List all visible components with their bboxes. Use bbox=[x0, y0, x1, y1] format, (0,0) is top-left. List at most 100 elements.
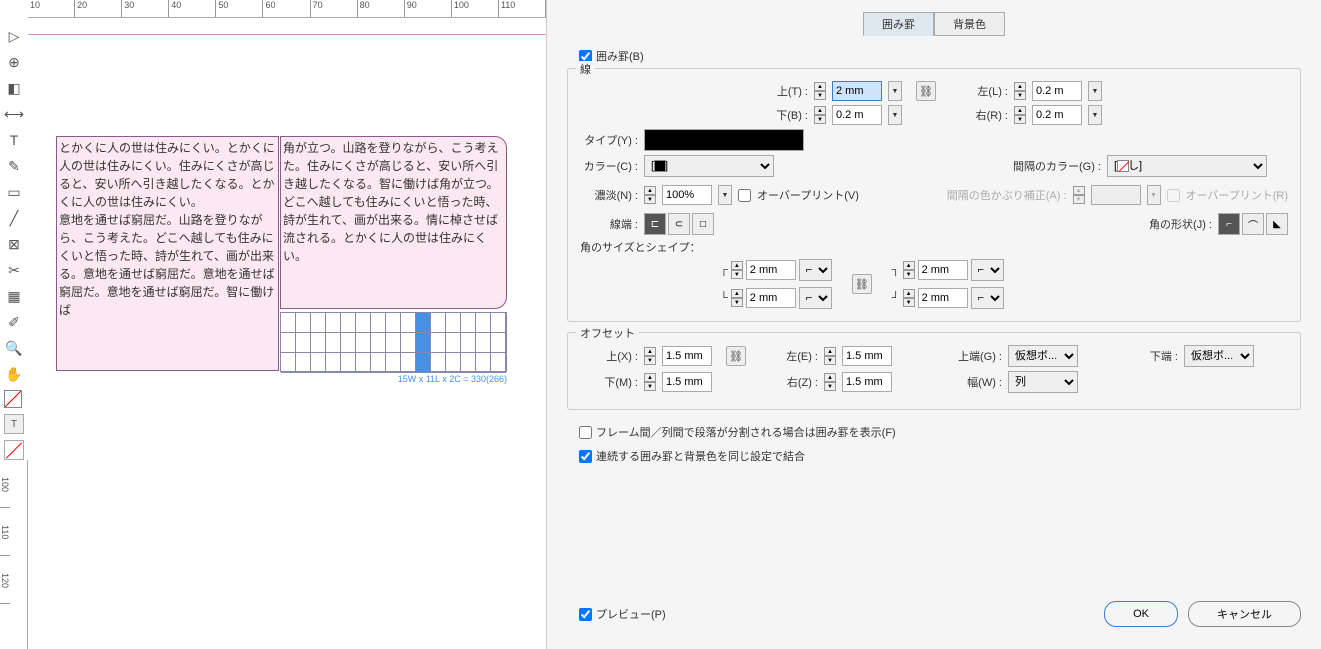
label-noudo: 濃淡(N) bbox=[580, 187, 638, 203]
lineend-project[interactable]: □ bbox=[692, 213, 714, 235]
label-type: タイプ(Y) bbox=[580, 132, 638, 148]
corner-tl-shape[interactable]: ⌐ bbox=[799, 259, 832, 281]
eyedropper-tool[interactable]: ✐ bbox=[4, 312, 24, 332]
cancel-button[interactable]: キャンセル bbox=[1188, 601, 1301, 627]
left-input[interactable] bbox=[1032, 81, 1082, 101]
document-canvas-pane: 102030405060708090100110 ▷ ⊕ ◧ ⟷ T ✎ ▭ ╱… bbox=[0, 0, 547, 649]
label-off-e: 左(E) bbox=[760, 348, 818, 364]
paragraph-rules-dialog: 囲み罫 背景色 囲み罫(B) 線 上(T) ▲▼ ▼ ⛓ 左(L) ▲▼ ▼ 下… bbox=[547, 0, 1321, 649]
corner-br-shape[interactable]: ⌐ bbox=[971, 287, 1004, 309]
preview-checkbox[interactable] bbox=[579, 608, 592, 621]
corner-tr-shape[interactable]: ⌐ bbox=[971, 259, 1004, 281]
none-swatch-icon bbox=[1117, 160, 1129, 172]
line-tool[interactable]: ╱ bbox=[4, 208, 24, 228]
corner-tl-input[interactable] bbox=[746, 260, 796, 280]
type-tool[interactable]: T bbox=[4, 130, 24, 150]
right-input[interactable] bbox=[1032, 105, 1082, 125]
corner-bl-shape[interactable]: ⌐ bbox=[799, 287, 832, 309]
lineend-butt[interactable]: ⊏ bbox=[644, 213, 666, 235]
gap-color-select[interactable]: [なし] bbox=[1107, 155, 1267, 177]
top-spinner[interactable]: ▲▼ bbox=[814, 82, 826, 100]
frame-split-checkbox[interactable] bbox=[579, 426, 592, 439]
lineend-round[interactable]: ⊂ bbox=[668, 213, 690, 235]
corner-bevel[interactable]: ◣ bbox=[1266, 213, 1288, 235]
label-off-bottom: 下端 bbox=[1120, 348, 1178, 364]
gap-tool[interactable]: ⟷ bbox=[4, 104, 24, 124]
off-bottom-select[interactable]: 仮想ボ... bbox=[1184, 345, 1254, 367]
format-tool[interactable]: T bbox=[4, 414, 24, 434]
off-x-input[interactable] bbox=[662, 346, 712, 366]
gradient-tool[interactable]: ▦ bbox=[4, 286, 24, 306]
off-z-input[interactable] bbox=[842, 372, 892, 392]
off-m-spinner[interactable]: ▲▼ bbox=[644, 373, 656, 391]
ok-button[interactable]: OK bbox=[1104, 601, 1178, 627]
rectangle-tool[interactable]: ▭ bbox=[4, 182, 24, 202]
overprint-checkbox[interactable] bbox=[738, 189, 751, 202]
scissors-tool[interactable]: ✂ bbox=[4, 260, 24, 280]
continuous-checkbox[interactable] bbox=[579, 450, 592, 463]
overflow-grid bbox=[280, 312, 507, 372]
text-column-1[interactable]: とかくに人の世は住みにくい。とかくに人の世は住みにくい。住みにくさが高じると、安… bbox=[56, 136, 279, 371]
text-column-2[interactable]: 角が立つ。山路を登りながら、こう考えた。住みにくさが高じると、安い所へ引き越した… bbox=[280, 136, 507, 309]
tab-kakomikei[interactable]: 囲み罫 bbox=[863, 12, 934, 36]
corner-bl-input[interactable] bbox=[746, 288, 796, 308]
none-swatch[interactable] bbox=[4, 440, 24, 460]
label-lineend: 線端 bbox=[580, 216, 638, 232]
corner-miter[interactable]: ⌐ bbox=[1218, 213, 1240, 235]
hand-tool[interactable]: ✋ bbox=[4, 364, 24, 384]
link-stroke-icon[interactable]: ⛓ bbox=[916, 81, 936, 101]
type-select[interactable]: ━━━━━━━━ bbox=[644, 129, 804, 151]
corner-br-input[interactable] bbox=[918, 288, 968, 308]
corner-tl-spinner[interactable]: ▲▼ bbox=[731, 261, 743, 279]
guide-line bbox=[28, 34, 546, 35]
off-g-select[interactable]: 仮想ボ... bbox=[1008, 345, 1078, 367]
frame-tool[interactable]: ⊠ bbox=[4, 234, 24, 254]
label-right: 右(R) bbox=[950, 107, 1008, 123]
off-x-spinner[interactable]: ▲▼ bbox=[644, 347, 656, 365]
frame-stats: 15W x 11L x 2C = 330(266) bbox=[280, 374, 507, 384]
gap-noudo-dd: ▼ bbox=[1147, 185, 1161, 205]
tab-bgcolor[interactable]: 背景色 bbox=[934, 12, 1005, 36]
off-z-spinner[interactable]: ▲▼ bbox=[824, 373, 836, 391]
corner-round[interactable]: ⌒ bbox=[1242, 213, 1264, 235]
direct-select-tool[interactable]: ⊕ bbox=[4, 52, 24, 72]
label-off-w: 幅(W) bbox=[944, 374, 1002, 390]
preview-label: プレビュー(P) bbox=[596, 606, 666, 622]
corner-tr-spinner[interactable]: ▲▼ bbox=[903, 261, 915, 279]
top-dd[interactable]: ▼ bbox=[888, 81, 902, 101]
corner-shape-group: ⌐ ⌒ ◣ bbox=[1218, 213, 1288, 235]
canvas-area[interactable]: とかくに人の世は住みにくい。とかくに人の世は住みにくい。住みにくさが高じると、安… bbox=[28, 18, 546, 649]
left-spinner[interactable]: ▲▼ bbox=[1014, 82, 1026, 100]
left-dd[interactable]: ▼ bbox=[1088, 81, 1102, 101]
noudo-input[interactable] bbox=[662, 185, 712, 205]
corner-br-spinner[interactable]: ▲▼ bbox=[903, 289, 915, 307]
corner-tr-input[interactable] bbox=[918, 260, 968, 280]
bottom-dd[interactable]: ▼ bbox=[888, 105, 902, 125]
tab-bar: 囲み罫 背景色 bbox=[567, 12, 1301, 36]
label-color: カラー(C) bbox=[580, 158, 638, 174]
bottom-spinner[interactable]: ▲▼ bbox=[814, 106, 826, 124]
zoom-tool[interactable]: 🔍 bbox=[4, 338, 24, 358]
label-off-g: 上端(G) bbox=[944, 348, 1002, 364]
noudo-spinner[interactable]: ▲▼ bbox=[644, 186, 656, 204]
selection-tool[interactable]: ▷ bbox=[4, 26, 24, 46]
corner-bl-spinner[interactable]: ▲▼ bbox=[731, 289, 743, 307]
fill-stroke-swatch[interactable] bbox=[4, 390, 22, 408]
corner-size-label: 角のサイズとシェイプ： bbox=[580, 239, 1288, 255]
kakomikei-label: 囲み罫(B) bbox=[596, 48, 644, 64]
off-e-input[interactable] bbox=[842, 346, 892, 366]
link-offset-icon[interactable]: ⛓ bbox=[726, 346, 746, 366]
off-m-input[interactable] bbox=[662, 372, 712, 392]
bottom-input[interactable] bbox=[832, 105, 882, 125]
off-e-spinner[interactable]: ▲▼ bbox=[824, 347, 836, 365]
top-input[interactable] bbox=[832, 81, 882, 101]
pen-tool[interactable]: ✎ bbox=[4, 156, 24, 176]
label-corner-shape: 角の形状(J) bbox=[1149, 216, 1212, 232]
label-top: 上(T) bbox=[750, 83, 808, 99]
noudo-dd[interactable]: ▼ bbox=[718, 185, 732, 205]
page-tool[interactable]: ◧ bbox=[4, 78, 24, 98]
right-spinner[interactable]: ▲▼ bbox=[1014, 106, 1026, 124]
link-corners-icon[interactable]: ⛓ bbox=[852, 274, 872, 294]
right-dd[interactable]: ▼ bbox=[1088, 105, 1102, 125]
off-w-select[interactable]: 列 bbox=[1008, 371, 1078, 393]
